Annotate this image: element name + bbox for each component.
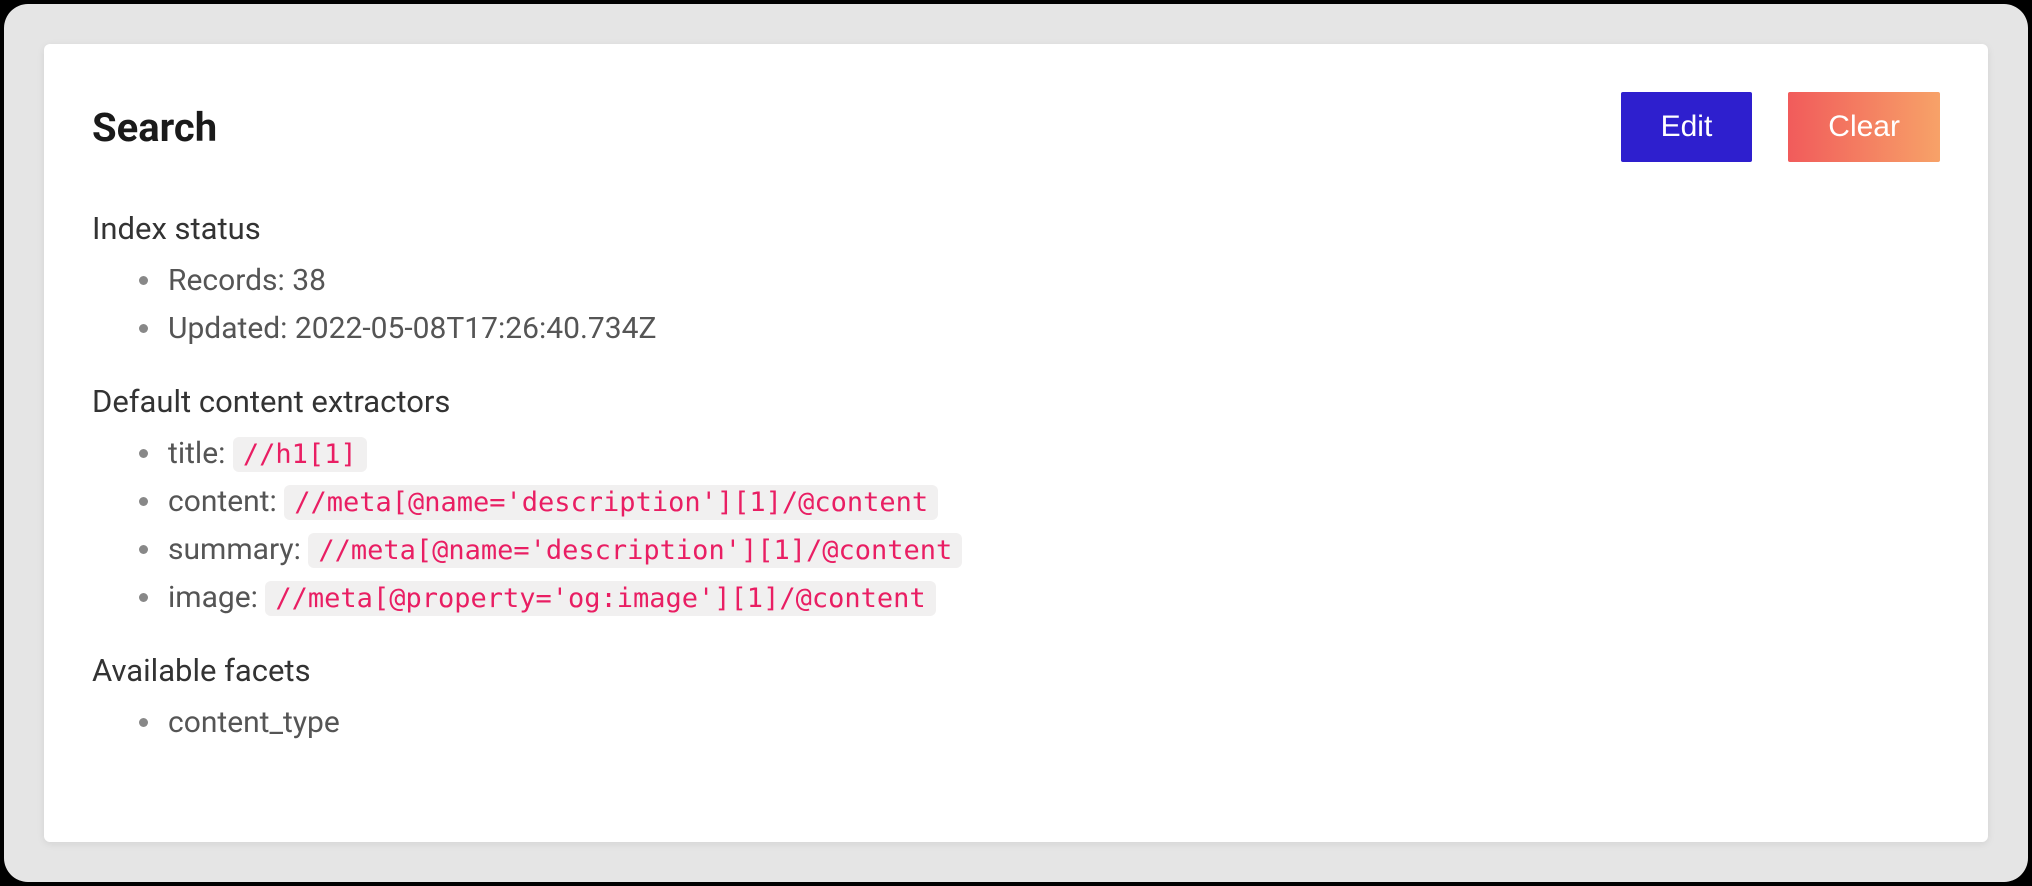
- extractors-heading: Default content extractors: [92, 383, 1940, 420]
- extractor-code: //meta[@name='description'][1]/@content: [284, 485, 938, 520]
- header-row: Search Edit Clear: [92, 92, 1940, 162]
- list-item: Updated: 2022-05-08T17:26:40.734Z: [164, 305, 1940, 353]
- updated-label: Updated:: [168, 311, 287, 346]
- records-label: Records:: [168, 263, 285, 298]
- list-item: Records: 38: [164, 257, 1940, 305]
- index-status-section: Index status Records: 38 Updated: 2022-0…: [92, 210, 1940, 353]
- facets-heading: Available facets: [92, 652, 1940, 689]
- edit-button[interactable]: Edit: [1621, 92, 1753, 162]
- extractors-section: Default content extractors title: //h1[1…: [92, 383, 1940, 622]
- settings-card: Search Edit Clear Index status Records: …: [44, 44, 1988, 842]
- extractor-label: content:: [168, 484, 277, 519]
- extractor-code: //meta[@name='description'][1]/@content: [308, 533, 962, 568]
- index-status-list: Records: 38 Updated: 2022-05-08T17:26:40…: [92, 257, 1940, 353]
- facets-section: Available facets content_type: [92, 652, 1940, 747]
- updated-value: 2022-05-08T17:26:40.734Z: [295, 311, 657, 346]
- list-item: content: //meta[@name='description'][1]/…: [164, 478, 1940, 526]
- list-item: content_type: [164, 699, 1940, 747]
- button-group: Edit Clear: [1621, 92, 1940, 162]
- index-status-heading: Index status: [92, 210, 1940, 247]
- list-item: image: //meta[@property='og:image'][1]/@…: [164, 574, 1940, 622]
- extractors-list: title: //h1[1] content: //meta[@name='de…: [92, 430, 1940, 622]
- list-item: title: //h1[1]: [164, 430, 1940, 478]
- extractor-code: //h1[1]: [233, 437, 367, 472]
- outer-frame: Search Edit Clear Index status Records: …: [4, 4, 2028, 882]
- list-item: summary: //meta[@name='description'][1]/…: [164, 526, 1940, 574]
- clear-button[interactable]: Clear: [1788, 92, 1940, 162]
- extractor-label: summary:: [168, 532, 301, 567]
- extractor-label: image:: [168, 580, 258, 615]
- extractor-code: //meta[@property='og:image'][1]/@content: [265, 581, 935, 616]
- extractor-label: title:: [168, 436, 225, 471]
- records-value: 38: [292, 263, 326, 298]
- facets-list: content_type: [92, 699, 1940, 747]
- page-title: Search: [92, 104, 217, 151]
